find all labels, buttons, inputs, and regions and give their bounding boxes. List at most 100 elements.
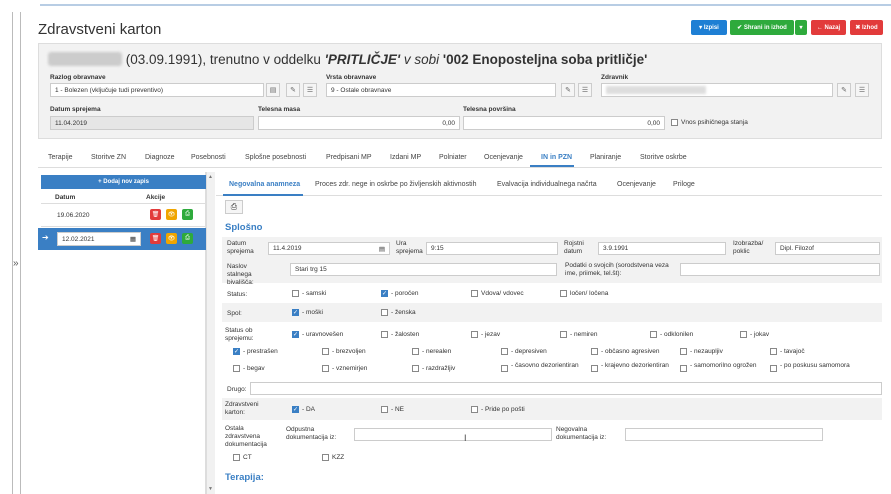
checkbox-box[interactable] xyxy=(322,365,329,372)
checkbox-box[interactable] xyxy=(501,365,508,372)
sex-option-zenska[interactable]: - ženska xyxy=(381,309,416,316)
checkbox-box[interactable] xyxy=(650,331,657,338)
adm-option[interactable]: - depresiven xyxy=(501,348,547,355)
tab-storitve-oskrbe[interactable]: Storitve oskrbe xyxy=(640,154,687,161)
card-option-da[interactable]: ✓ - DA xyxy=(292,406,315,413)
status-option-samski[interactable]: - samski xyxy=(292,290,326,297)
subtab-evalvacija[interactable]: Evalvacija individualnega načrta xyxy=(497,181,597,188)
other-field[interactable] xyxy=(250,382,882,395)
adm-option[interactable]: - jezav xyxy=(471,331,500,338)
checkbox-box[interactable] xyxy=(560,290,567,297)
scrollbar[interactable] xyxy=(206,172,215,494)
record-date-1[interactable]: 19.06.2020 xyxy=(57,212,90,219)
adm-option[interactable]: - brezvoljen xyxy=(322,348,366,355)
delete-icon[interactable]: 🗑 xyxy=(150,209,161,220)
adm-option[interactable]: ✓ - uravnovešen xyxy=(292,331,343,338)
view-icon[interactable]: 👁 xyxy=(166,209,177,220)
type-list-icon[interactable]: ☰ xyxy=(578,83,592,97)
save-dropdown-button[interactable]: ▾ xyxy=(795,20,807,35)
checkbox-checked[interactable]: ✓ xyxy=(233,348,240,355)
time-field[interactable]: 9:15 xyxy=(426,242,558,255)
status-option-vdova[interactable]: Vdova/ vdovec xyxy=(471,290,524,297)
doc-option-kzz[interactable]: KZZ xyxy=(322,454,344,461)
print-button[interactable]: ▾ Izpisi xyxy=(691,20,727,35)
doctor-list-icon[interactable]: ☰ xyxy=(855,83,869,97)
reason-info-icon[interactable]: ▤ xyxy=(266,83,280,97)
doctor-field[interactable] xyxy=(601,83,833,97)
adm-option[interactable]: - tavajoč xyxy=(770,348,805,355)
card-option-posta[interactable]: - Pride po pošti xyxy=(471,406,525,413)
adm-option[interactable]: - odklonilen xyxy=(650,331,693,338)
checkbox-box[interactable] xyxy=(322,348,329,355)
checkbox-checked[interactable]: ✓ xyxy=(292,309,299,316)
edu-field[interactable]: Dipl. Filozof xyxy=(775,242,880,255)
weight-field[interactable]: 0,00 xyxy=(258,116,460,130)
expand-icon[interactable]: » xyxy=(13,258,19,269)
adm-option[interactable]: - razdražljiv xyxy=(412,365,455,372)
tab-splosne-posebnosti[interactable]: Splošne posebnosti xyxy=(245,154,306,161)
card-option-ne[interactable]: - NE xyxy=(381,406,404,413)
subtab-proces[interactable]: Proces zdr. nege in oskrbe po življenski… xyxy=(315,181,476,188)
tab-diagnoze[interactable]: Diagnoze xyxy=(145,154,175,161)
checkbox-box[interactable] xyxy=(381,331,388,338)
reason-field[interactable]: 1 - Bolezen (vključuje tudi preventivo) xyxy=(50,83,264,97)
checkbox-box[interactable] xyxy=(412,348,419,355)
checkbox-box[interactable] xyxy=(381,406,388,413)
status-option-porocen[interactable]: ✓ - poročen xyxy=(381,290,418,297)
nursing-field[interactable] xyxy=(625,428,823,441)
scroll-up-icon[interactable]: ▲ xyxy=(208,174,213,180)
relatives-field[interactable] xyxy=(680,263,880,276)
print-icon[interactable]: ⎙ xyxy=(182,233,193,244)
adm-option[interactable]: - jokav xyxy=(740,331,769,338)
calendar-icon[interactable]: ▦ xyxy=(130,235,136,243)
discharge-field[interactable] xyxy=(354,428,552,441)
checkbox-box[interactable] xyxy=(770,348,777,355)
adm-option[interactable]: - begav xyxy=(233,365,265,372)
checkbox-box[interactable] xyxy=(233,454,240,461)
adm-option[interactable]: - samomorilno ogrožen xyxy=(680,362,760,372)
date-field[interactable]: 11.4.2019 ▤ xyxy=(268,242,390,255)
adm-option[interactable]: - časovno dezorientiran xyxy=(501,362,581,372)
checkbox-checked[interactable]: ✓ xyxy=(292,331,299,338)
checkbox-checked[interactable]: ✓ xyxy=(381,290,388,297)
doc-option-ct[interactable]: CT xyxy=(233,454,252,461)
save-close-button[interactable]: ✔ Shrani in izhod xyxy=(730,20,794,35)
checkbox-box[interactable] xyxy=(233,365,240,372)
adm-option[interactable]: - krajevno dezorientiran xyxy=(591,362,671,372)
address-field[interactable]: Stari trg 15 xyxy=(290,263,557,276)
checkbox-box[interactable] xyxy=(471,331,478,338)
back-button[interactable]: ← Nazaj xyxy=(811,20,846,35)
collapse-bar[interactable] xyxy=(12,12,21,494)
adm-option[interactable]: ✓ - prestrašen xyxy=(233,348,278,355)
adm-option[interactable]: - žalosten xyxy=(381,331,419,338)
type-clear-icon[interactable]: ✎ xyxy=(561,83,575,97)
print-form-button[interactable]: ⎙ xyxy=(225,200,243,214)
view-icon[interactable]: 👁 xyxy=(166,233,177,244)
checkbox-box[interactable] xyxy=(381,309,388,316)
subtab-ocenjevanje[interactable]: Ocenjevanje xyxy=(617,181,656,188)
print-icon[interactable]: ⎙ xyxy=(182,209,193,220)
checkbox-box[interactable] xyxy=(322,454,329,461)
adm-option[interactable]: - vznemirjen xyxy=(322,365,367,372)
doctor-clear-icon[interactable]: ✎ xyxy=(837,83,851,97)
subtab-priloge[interactable]: Priloge xyxy=(673,181,695,188)
calendar-icon[interactable]: ▤ xyxy=(379,245,385,253)
checkbox-box[interactable] xyxy=(591,365,598,372)
tab-ocenjevanje[interactable]: Ocenjevanje xyxy=(484,154,523,161)
tab-terapije[interactable]: Terapije xyxy=(48,154,73,161)
add-record-button[interactable]: + Dodaj nov zapis xyxy=(41,175,206,189)
adm-option[interactable]: - nezaupljiv xyxy=(680,348,723,355)
record-date-2-field[interactable]: 12.02.2021 ▦ xyxy=(57,232,141,246)
tab-planiranje[interactable]: Planiranje xyxy=(590,154,621,161)
checkbox-box[interactable] xyxy=(680,348,687,355)
adm-option[interactable]: - po poskusu samomora xyxy=(770,362,850,372)
checkbox-box[interactable] xyxy=(591,348,598,355)
checkbox-box[interactable] xyxy=(560,331,567,338)
sex-option-moski[interactable]: ✓ - moški xyxy=(292,309,323,316)
subtab-negovalna-anamneza[interactable]: Negovalna anamneza xyxy=(229,181,300,188)
exit-button[interactable]: ✖ Izhod xyxy=(850,20,883,35)
adm-option[interactable]: - občasno agresiven xyxy=(591,348,660,355)
scroll-down-icon[interactable]: ▼ xyxy=(208,486,213,492)
tab-posebnosti[interactable]: Posebnosti xyxy=(191,154,226,161)
checkbox-box[interactable] xyxy=(671,119,678,126)
